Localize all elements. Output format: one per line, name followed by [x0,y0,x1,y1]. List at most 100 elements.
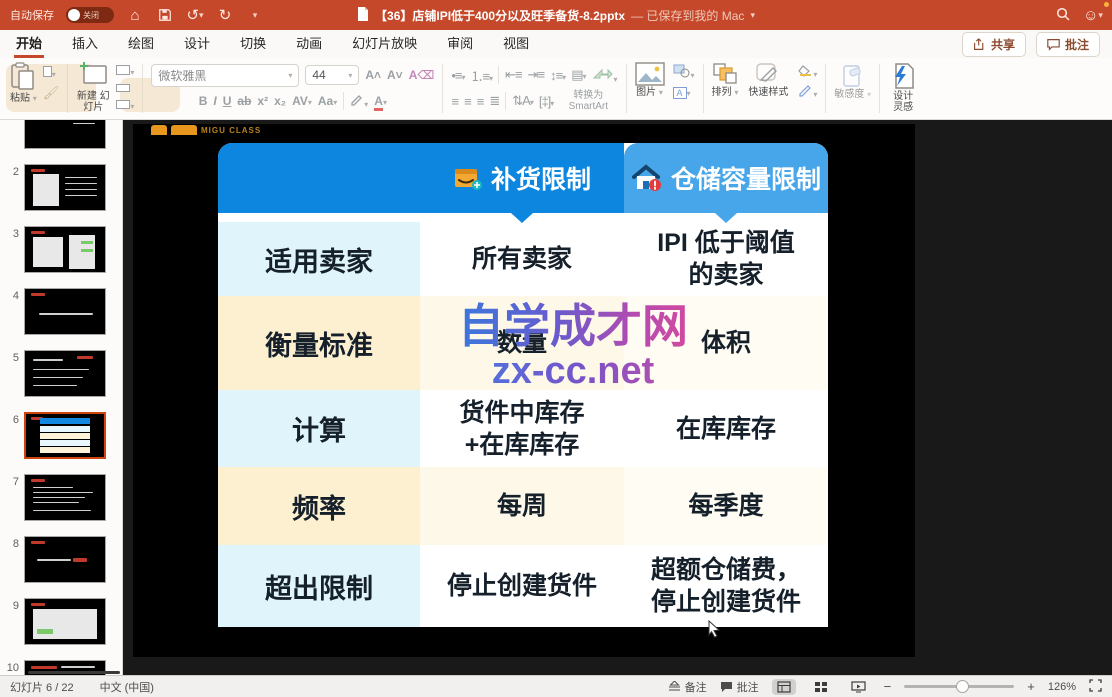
arrange-button[interactable]: 排列 ▾ [712,62,739,100]
restock-value: 每周 [420,467,624,545]
change-case-button[interactable]: Aa▾ [318,94,337,108]
zoom-in-button[interactable]: + [1027,679,1035,694]
font-name-select[interactable]: 微软雅黑▾ [151,64,299,87]
undo-button[interactable]: ↺▾ [186,6,204,24]
sensitivity-button[interactable]: 敏感度 ▾ [834,62,871,100]
reset-icon[interactable] [116,81,134,95]
redo-button[interactable]: ↻ [216,6,234,24]
design-ideas-icon [890,62,916,90]
quick-access-overflow-icon[interactable]: ▾ [246,6,264,24]
header-empty-cell [218,143,420,213]
account-menu-icon[interactable]: ☺▾ [1084,6,1102,24]
superscript-button[interactable]: x² [257,94,268,108]
layout-icon[interactable]: ▾ [116,64,134,78]
clear-formatting-button[interactable]: A⌫ [409,68,435,82]
section-icon[interactable]: ▾ [116,98,134,112]
arrange-icon [712,62,738,86]
italic-button[interactable]: I [213,94,216,108]
slide-thumbnail-2[interactable] [24,164,106,211]
sidebar-scrollbar[interactable] [28,671,120,674]
smartart-convert-label[interactable]: 转换为 SmartArt [559,90,617,112]
zoom-out-button[interactable]: − [884,679,892,694]
decrease-indent-icon[interactable]: ⇤≡ [505,67,521,83]
align-left-icon[interactable]: ≡ [452,94,459,109]
font-color-button[interactable]: A▾ [374,94,387,108]
quick-styles-button[interactable]: 快速样式 [748,62,788,100]
shapes-icon[interactable]: ▾ [673,64,695,81]
increase-indent-icon[interactable]: ⇥≡ [528,67,544,83]
tab-draw[interactable]: 绘图 [126,29,156,58]
slide-sorter-view-button[interactable] [809,679,833,695]
tab-home[interactable]: 开始 [14,29,44,58]
tab-view[interactable]: 视图 [501,29,531,58]
slide-thumbnail-9[interactable] [24,598,106,645]
comments-toggle-button[interactable]: 批注 [720,679,759,695]
slide-thumbnail-8[interactable] [24,536,106,583]
normal-view-button[interactable] [772,679,796,695]
subscript-button[interactable]: x₂ [274,94,286,108]
font-size-select[interactable]: 44▾ [305,65,359,85]
numbering-button[interactable]: ⒈≡▾ [471,66,493,85]
shape-fill-icon[interactable]: ▾ [798,65,817,80]
align-text-button[interactable]: [‡]▾ [539,94,553,109]
tab-animations[interactable]: 动画 [294,29,324,58]
new-slide-button[interactable]: 新建 幻灯片 [76,62,110,113]
smartart-icon[interactable]: ▾ [592,66,618,85]
align-right-icon[interactable]: ≡ [477,94,484,109]
grow-font-button[interactable]: A˄ [365,68,381,82]
shrink-font-button[interactable]: A˅ [387,68,403,82]
sensitivity-group: 敏感度 ▾ [828,60,877,117]
tab-transitions[interactable]: 切换 [238,29,268,58]
underline-button[interactable]: U [223,94,232,108]
columns-button[interactable]: ▤▾ [571,67,585,83]
title-chevron-icon[interactable]: ▾ [750,10,755,21]
slideshow-icon [851,681,866,693]
picture-button[interactable]: 图片 ▾ [635,62,665,99]
tab-review[interactable]: 审阅 [445,29,475,58]
fit-to-window-button[interactable] [1089,679,1102,695]
text-direction-button[interactable]: ⇅A▾ [512,93,533,109]
save-icon[interactable] [156,6,174,24]
notes-button[interactable]: 备注 [668,679,707,695]
language-indicator[interactable]: 中文 (中国) [100,679,154,695]
slide-6-canvas[interactable]: MIGU CLASS 补货限制 [133,124,915,657]
zoom-level[interactable]: 126% [1048,681,1076,693]
align-center-icon[interactable]: ≡ [464,94,471,109]
format-painter-icon[interactable]: 🖌︎ [43,85,60,101]
zoom-slider-knob[interactable] [956,680,969,693]
home-icon[interactable]: ⌂ [126,6,144,24]
zoom-slider[interactable] [904,685,1014,688]
shape-outline-icon[interactable]: ▾ [798,85,817,100]
text-box-icon[interactable]: A▾ [673,85,695,99]
tab-slideshow[interactable]: 幻灯片放映 [350,29,419,58]
slideshow-view-button[interactable] [846,679,871,695]
slide-editing-canvas[interactable]: MIGU CLASS 补货限制 [123,120,1112,675]
character-spacing-button[interactable]: AV▾ [292,94,312,108]
design-ideas-button[interactable]: 设计 灵感 [888,62,918,113]
normal-view-icon [777,681,791,693]
slide-thumbnail-4[interactable] [24,288,106,335]
justify-icon[interactable]: ≣ [489,93,499,109]
thumbnail-row-9: 9 [0,598,122,645]
tab-design[interactable]: 设计 [182,29,212,58]
autosave-toggle[interactable]: 关闭 [66,7,114,23]
highlight-color-button[interactable]: ▾ [350,93,368,110]
share-button[interactable]: 共享 [962,32,1026,57]
strikethrough-button[interactable]: ab [237,94,251,108]
copy-icon[interactable]: ▾ [43,66,60,80]
paste-button[interactable]: 粘贴 ▾ [10,62,37,104]
slide-thumbnail-1[interactable] [24,120,106,149]
slide-thumbnail-7[interactable] [24,474,106,521]
comments-button[interactable]: 批注 [1036,32,1100,57]
slide-number: 8 [0,536,24,550]
slides-group: 新建 幻灯片 ▾ ▾ [70,60,140,117]
bullets-button[interactable]: •≡▾ [451,68,464,83]
tab-insert[interactable]: 插入 [70,29,100,58]
line-spacing-button[interactable]: ↕≡▾ [550,68,565,83]
slide-thumbnail-5[interactable] [24,350,106,397]
slide-thumbnail-3[interactable] [24,226,106,273]
slide-thumbnail-6-selected[interactable] [24,412,106,459]
bold-button[interactable]: B [199,94,208,108]
search-icon[interactable] [1056,7,1070,24]
comparison-table[interactable]: 补货限制 仓储容量限制 [218,143,828,627]
